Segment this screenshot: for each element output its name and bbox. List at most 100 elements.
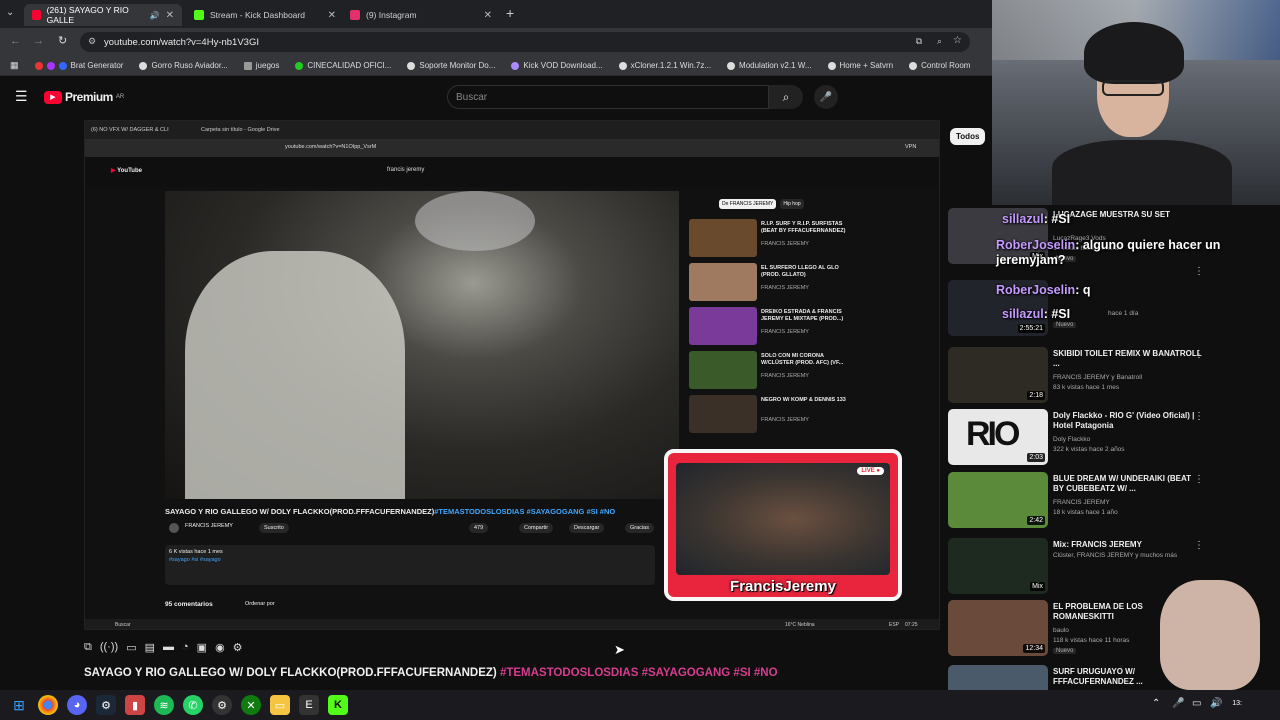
tab-list-chevron-icon[interactable]: ⌄: [6, 7, 14, 18]
tab-kick[interactable]: Stream - Kick Dashboard ✕: [186, 4, 344, 26]
bookmark-item[interactable]: Brat Generator: [34, 61, 123, 70]
speaker-icon[interactable]: 🔊: [150, 11, 160, 20]
screenshot-icon[interactable]: ◉: [215, 641, 225, 654]
search-input[interactable]: Buscar: [447, 85, 769, 109]
miniplayer-icon[interactable]: ⧉: [84, 641, 92, 654]
nested-search-text: francis jeremy: [387, 167, 425, 173]
close-tab-icon[interactable]: ✕: [166, 10, 174, 21]
nested-taskbar-search: Buscar: [115, 622, 131, 628]
taskbar-clock[interactable]: 13:: [1232, 700, 1242, 707]
forward-icon[interactable]: →: [33, 35, 44, 47]
bookmark-folder[interactable]: juegos: [243, 61, 279, 70]
bookmark-item[interactable]: Control Room: [909, 61, 970, 70]
cast-icon[interactable]: ▣: [197, 641, 207, 654]
back-icon[interactable]: ←: [10, 35, 21, 47]
bookmark-star-icon[interactable]: ☆: [953, 35, 962, 46]
chrome-icon[interactable]: [38, 695, 58, 715]
video-thumbnail: RIO 2:03: [948, 409, 1048, 465]
nested-tab: Carpeta sin título - Google Drive: [201, 127, 280, 133]
tab-label: (261) SAYAGO Y RIO GALLE: [46, 5, 129, 25]
tab-instagram[interactable]: (9) Instagram ✕: [342, 4, 500, 26]
recommendation-item[interactable]: 2:42 BLUE DREAM W/ UNDERAIKI (BEAT BY CU…: [948, 472, 1278, 530]
recommendation-item[interactable]: 2:18 SKIBIDI TOILET REMIX W BANATROLL ..…: [948, 347, 1278, 405]
settings-icon[interactable]: ⚙: [233, 641, 243, 654]
nested-comments-count: 95 comentarios: [165, 601, 213, 608]
site-info-icon[interactable]: ⚙: [88, 36, 96, 47]
nested-chip: De FRANCIS JEREMY: [719, 199, 777, 209]
tray-up-arrow-icon[interactable]: ⌃: [1152, 698, 1160, 709]
video-meta: 322 k vistas hace 2 años: [1053, 446, 1125, 453]
clip-icon[interactable]: ▤: [145, 641, 155, 654]
recommendation-item[interactable]: RIO 2:03 Doly Flackko - RIO G' (Video Of…: [948, 409, 1278, 467]
nested-chip: Hip hop: [780, 199, 804, 209]
live-webcam-feed: [676, 463, 890, 575]
spotify-icon[interactable]: ≋: [154, 695, 174, 715]
steam-icon[interactable]: ⚙: [96, 695, 116, 715]
new-badge: Nuevo: [1053, 648, 1077, 654]
nested-share: Compartir: [519, 523, 554, 533]
video-title-caption: SAYAGO Y RIO GALLEGO W/ DOLY FLACKKO(PRO…: [84, 667, 778, 679]
video-thumbnail: 2:18: [948, 347, 1048, 403]
zoom-icon[interactable]: ⌕: [937, 36, 942, 47]
voice-search-button[interactable]: 🎤: [814, 85, 838, 109]
bookmark-item[interactable]: CINECALIDAD OFICI...: [295, 61, 391, 70]
nested-views: 6 K vistas hace 1 mes: [169, 549, 223, 555]
bookmark-item[interactable]: Modulation v2.1 W...: [727, 61, 812, 70]
nested-video-title: SAYAGO Y RIO GALLEGO W/ DOLY FLACKKO(PRO…: [165, 507, 616, 516]
youtube-logo[interactable]: ▶ Premium AR: [44, 90, 124, 104]
bookmark-item[interactable]: Soporte Monitor Do...: [407, 61, 495, 70]
url-field[interactable]: ⚙ youtube.com/watch?v=4Hy-nb1V3GI ⧉ ⌕ ☆: [80, 32, 970, 52]
more-options-icon[interactable]: ⋮: [1194, 474, 1204, 485]
start-icon[interactable]: ⊞: [9, 695, 29, 715]
bookmark-item[interactable]: xCloner.1.2.1 Win.7z...: [618, 61, 711, 70]
tab-label: Stream - Kick Dashboard: [210, 10, 305, 20]
streamer-webcam: [992, 0, 1280, 205]
discord-icon[interactable]: ◕: [67, 695, 87, 715]
filter-chip-all[interactable]: Todos: [950, 128, 986, 145]
more-options-icon[interactable]: ⋮: [1194, 411, 1204, 422]
bookmark-item[interactable]: Gorro Ruso Aviador...: [139, 61, 228, 70]
app-icon[interactable]: ▮: [125, 695, 145, 715]
network-icon[interactable]: ▭: [1192, 698, 1201, 709]
xbox-icon[interactable]: ✕: [241, 695, 261, 715]
settings-app-icon[interactable]: ⚙: [212, 695, 232, 715]
video-thumbnail: 2:42: [948, 472, 1048, 528]
new-tab-icon[interactable]: +: [506, 5, 514, 21]
close-tab-icon[interactable]: ✕: [328, 10, 336, 21]
nested-reco-item: SOLO CON MI CORONA W/CLÜSTER (PROD. AFC)…: [689, 351, 859, 391]
audio-icon[interactable]: ((·)): [100, 641, 118, 653]
reload-icon[interactable]: ↻: [58, 34, 67, 47]
more-options-icon[interactable]: ⋮: [1194, 540, 1204, 551]
kick-icon[interactable]: K: [328, 695, 348, 715]
subtitles-icon[interactable]: ▭: [126, 641, 136, 654]
volume-icon[interactable]: 🔊: [1210, 698, 1222, 709]
tab-youtube[interactable]: (261) SAYAGO Y RIO GALLE 🔊 ✕: [24, 4, 182, 26]
install-icon[interactable]: ⧉: [916, 36, 922, 47]
nested-thanks: Gracias: [625, 523, 654, 533]
chat-message: RoberJoselin: q: [996, 283, 1091, 297]
file-explorer-icon[interactable]: ▭: [270, 695, 290, 715]
speed-icon[interactable]: ◔: [182, 641, 189, 653]
video-thumbnail: 12:34: [948, 600, 1048, 656]
theater-icon[interactable]: ▬: [163, 641, 174, 653]
address-bar-row: ← → ↻ ⚙ youtube.com/watch?v=4Hy-nb1V3GI …: [0, 28, 992, 56]
close-tab-icon[interactable]: ✕: [484, 10, 492, 21]
menu-icon[interactable]: ☰: [15, 88, 28, 105]
apps-grid-icon[interactable]: ▦: [10, 60, 19, 71]
nested-likes: 479: [469, 523, 489, 533]
live-badge: LIVE ●: [857, 467, 884, 475]
search-button[interactable]: ⌕: [769, 85, 803, 109]
nested-youtube-logo: ▶ YouTube: [111, 168, 142, 174]
whatsapp-icon[interactable]: ✆: [183, 695, 203, 715]
mic-tray-icon[interactable]: 🎤: [1172, 698, 1184, 709]
nested-channel-row: FRANCIS JEREMY Suscrito 479 Compartir De…: [169, 521, 689, 539]
video-thumbnail: [948, 665, 1048, 690]
bookmark-item[interactable]: Home + Satvrn: [827, 61, 893, 70]
epic-games-icon[interactable]: E: [299, 695, 319, 715]
nested-lang: ESP: [889, 622, 900, 628]
youtube-play-icon: ▶: [44, 90, 62, 104]
bookmark-item[interactable]: Kick VOD Download...: [511, 61, 603, 70]
video-tags[interactable]: #TEMASTODOSLOSDIAS #SAYAGOGANG #SI #NO: [500, 667, 778, 679]
more-options-icon[interactable]: ⋮: [1194, 349, 1204, 360]
chat-message: sillazul: #SI: [1002, 212, 1071, 226]
